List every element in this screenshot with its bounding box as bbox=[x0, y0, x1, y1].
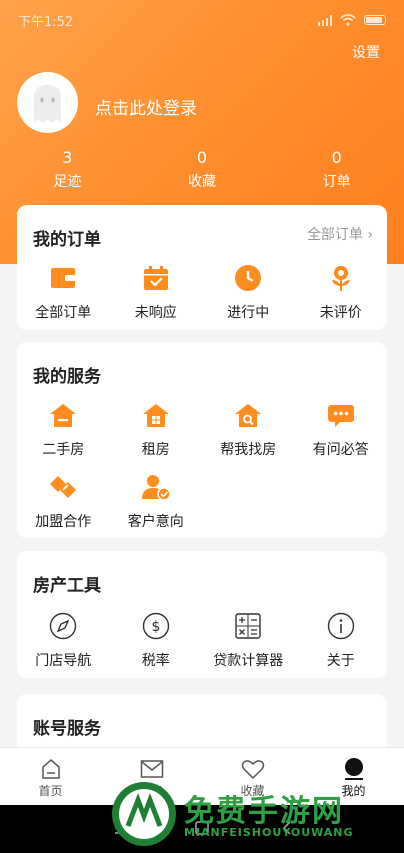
menu-icon[interactable] bbox=[115, 822, 129, 834]
order-label: 未响应 bbox=[134, 305, 177, 321]
clock-icon bbox=[233, 263, 263, 293]
home-square-icon[interactable] bbox=[195, 821, 209, 835]
tool-tax-rate[interactable]: $ 税率 bbox=[110, 611, 203, 670]
stat-favorites[interactable]: 0 收藏 bbox=[135, 148, 270, 191]
service-qa[interactable]: 有问必答 bbox=[295, 400, 388, 459]
service-label: 帮我找房 bbox=[220, 442, 277, 458]
order-label: 全部订单 bbox=[35, 305, 92, 321]
house-grid-icon bbox=[141, 400, 171, 430]
tools-title: 房产工具 bbox=[33, 576, 101, 596]
services-grid-row1: 二手房 租房 帮我找房 有问必答 bbox=[17, 400, 387, 459]
tab-label: 首页 bbox=[38, 784, 63, 798]
order-in-progress[interactable]: 进行中 bbox=[202, 263, 295, 322]
stat-label: 收藏 bbox=[188, 174, 216, 190]
service-find-house[interactable]: 帮我找房 bbox=[202, 400, 295, 459]
orders-card: 我的订单 全部订单 › 全部订单 未响应 进行中 未评价 bbox=[17, 205, 387, 330]
login-prompt[interactable]: 点击此处登录 bbox=[95, 94, 197, 119]
compass-icon bbox=[48, 611, 78, 641]
tools-card: 房产工具 门店导航 $ 税率 贷款计算器 关于 bbox=[17, 551, 387, 678]
dollar-circle-icon: $ bbox=[141, 611, 171, 641]
service-second-hand[interactable]: 二手房 bbox=[17, 400, 110, 459]
order-unrated[interactable]: 未评价 bbox=[295, 263, 388, 322]
tool-about[interactable]: 关于 bbox=[295, 611, 388, 670]
back-icon[interactable] bbox=[282, 821, 292, 835]
tools-grid: 门店导航 $ 税率 贷款计算器 关于 bbox=[17, 611, 387, 670]
order-unresponded[interactable]: 未响应 bbox=[110, 263, 203, 322]
chat-bubble-icon bbox=[326, 400, 356, 430]
stats-row: 3 足迹 0 收藏 0 订单 bbox=[0, 148, 404, 191]
signal-icon bbox=[318, 14, 332, 26]
status-time: 下午1:52 bbox=[18, 14, 74, 30]
service-label: 加盟合作 bbox=[35, 514, 92, 530]
tab-messages[interactable]: 消息 bbox=[101, 748, 202, 805]
heart-icon bbox=[202, 756, 303, 782]
mail-icon bbox=[101, 756, 202, 782]
tool-label: 关于 bbox=[326, 653, 355, 669]
user-check-icon bbox=[141, 472, 171, 502]
stat-number: 0 bbox=[331, 148, 342, 167]
house-search-icon bbox=[233, 400, 263, 430]
tool-label: 门店导航 bbox=[35, 653, 92, 669]
service-customer-intent[interactable]: 客户意向 bbox=[110, 472, 203, 531]
service-label: 有问必答 bbox=[312, 442, 369, 458]
info-icon bbox=[326, 611, 356, 641]
tool-loan-calculator[interactable]: 贷款计算器 bbox=[202, 611, 295, 670]
battery-icon bbox=[364, 15, 386, 25]
services-grid-row2: 加盟合作 客户意向 bbox=[17, 472, 387, 531]
user-icon bbox=[303, 756, 404, 782]
order-label: 未评价 bbox=[319, 305, 362, 321]
avatar[interactable] bbox=[17, 72, 78, 133]
services-card: 我的服务 二手房 租房 帮我找房 有问必答 加盟合作 客户意向 bbox=[17, 342, 387, 538]
tool-store-nav[interactable]: 门店导航 bbox=[17, 611, 110, 670]
stat-orders[interactable]: 0 订单 bbox=[269, 148, 404, 191]
flower-icon bbox=[326, 263, 356, 293]
orders-grid: 全部订单 未响应 进行中 未评价 bbox=[17, 263, 387, 322]
calendar-check-icon bbox=[141, 263, 171, 293]
services-title: 我的服务 bbox=[33, 367, 101, 387]
wallet-icon bbox=[48, 263, 78, 293]
settings-link[interactable]: 设置 bbox=[352, 42, 380, 62]
tab-home[interactable]: 首页 bbox=[0, 748, 101, 805]
house-minus-icon bbox=[48, 400, 78, 430]
calculator-icon bbox=[233, 611, 263, 641]
stat-number: 3 bbox=[62, 148, 73, 167]
wifi-icon bbox=[340, 14, 356, 26]
tool-label: 税率 bbox=[141, 653, 170, 669]
tab-label: 收藏 bbox=[240, 784, 265, 798]
tab-favorites[interactable]: 收藏 bbox=[202, 748, 303, 805]
tool-label: 贷款计算器 bbox=[213, 653, 284, 669]
service-label: 客户意向 bbox=[127, 514, 184, 530]
tab-mine[interactable]: 我的 bbox=[303, 748, 404, 805]
account-title: 账号服务 bbox=[33, 719, 101, 739]
stat-footprint[interactable]: 3 足迹 bbox=[0, 148, 135, 191]
service-rent[interactable]: 租房 bbox=[110, 400, 203, 459]
svg-text:$: $ bbox=[151, 619, 160, 635]
status-bar: 下午1:52 bbox=[0, 0, 404, 40]
tab-label: 我的 bbox=[341, 784, 366, 798]
stat-label: 订单 bbox=[322, 174, 351, 190]
all-orders-link[interactable]: 全部订单 › bbox=[307, 224, 373, 244]
order-all[interactable]: 全部订单 bbox=[17, 263, 110, 322]
service-franchise[interactable]: 加盟合作 bbox=[17, 472, 110, 531]
bottom-tab-bar: 首页 消息 收藏 我的 bbox=[0, 747, 404, 805]
account-card: 账号服务 bbox=[17, 694, 387, 754]
ghost-avatar-icon bbox=[34, 85, 61, 123]
service-label: 租房 bbox=[141, 442, 170, 458]
service-label: 二手房 bbox=[42, 442, 85, 458]
stat-number: 0 bbox=[196, 148, 208, 167]
handshake-icon bbox=[48, 472, 78, 502]
order-label: 进行中 bbox=[227, 305, 270, 321]
orders-title: 我的订单 bbox=[33, 230, 101, 250]
tab-label: 消息 bbox=[139, 784, 164, 798]
system-nav-bar bbox=[0, 805, 404, 853]
stat-label: 足迹 bbox=[53, 174, 82, 190]
home-icon bbox=[0, 756, 101, 782]
